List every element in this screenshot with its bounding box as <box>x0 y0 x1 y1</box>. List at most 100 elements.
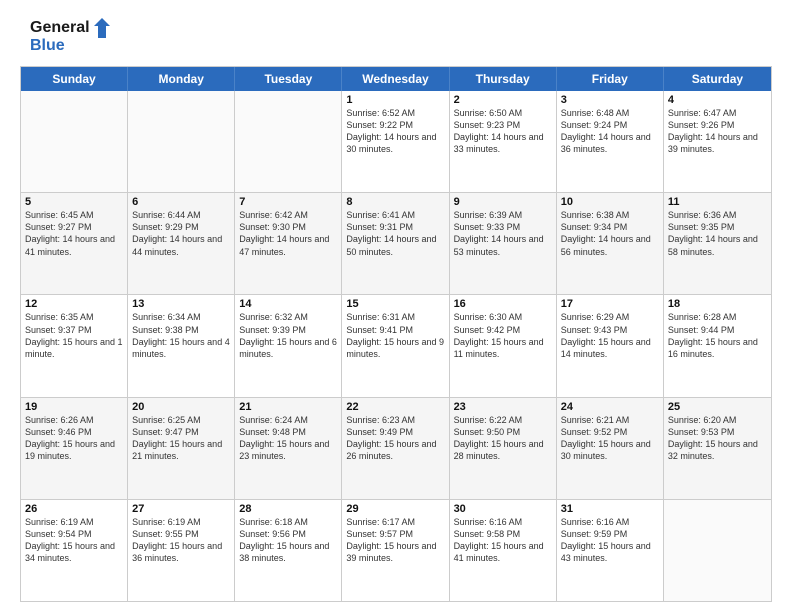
calendar-cell: 10Sunrise: 6:38 AMSunset: 9:34 PMDayligh… <box>557 193 664 294</box>
header-day-saturday: Saturday <box>664 67 771 91</box>
calendar-cell: 1Sunrise: 6:52 AMSunset: 9:22 PMDaylight… <box>342 91 449 192</box>
cell-info: Sunrise: 6:47 AMSunset: 9:26 PMDaylight:… <box>668 107 767 156</box>
calendar-cell <box>128 91 235 192</box>
header-day-tuesday: Tuesday <box>235 67 342 91</box>
cell-info: Sunrise: 6:21 AMSunset: 9:52 PMDaylight:… <box>561 414 659 463</box>
day-number: 21 <box>239 401 337 413</box>
day-number: 11 <box>668 196 767 208</box>
cell-info: Sunrise: 6:31 AMSunset: 9:41 PMDaylight:… <box>346 311 444 360</box>
cell-info: Sunrise: 6:19 AMSunset: 9:55 PMDaylight:… <box>132 516 230 565</box>
calendar-week-3: 12Sunrise: 6:35 AMSunset: 9:37 PMDayligh… <box>21 294 771 396</box>
cell-info: Sunrise: 6:18 AMSunset: 9:56 PMDaylight:… <box>239 516 337 565</box>
cell-info: Sunrise: 6:48 AMSunset: 9:24 PMDaylight:… <box>561 107 659 156</box>
calendar-cell: 16Sunrise: 6:30 AMSunset: 9:42 PMDayligh… <box>450 295 557 396</box>
header-day-sunday: Sunday <box>21 67 128 91</box>
day-number: 22 <box>346 401 444 413</box>
cell-info: Sunrise: 6:25 AMSunset: 9:47 PMDaylight:… <box>132 414 230 463</box>
day-number: 6 <box>132 196 230 208</box>
cell-info: Sunrise: 6:17 AMSunset: 9:57 PMDaylight:… <box>346 516 444 565</box>
calendar-cell: 4Sunrise: 6:47 AMSunset: 9:26 PMDaylight… <box>664 91 771 192</box>
day-number: 1 <box>346 94 444 106</box>
cell-info: Sunrise: 6:50 AMSunset: 9:23 PMDaylight:… <box>454 107 552 156</box>
calendar-cell: 17Sunrise: 6:29 AMSunset: 9:43 PMDayligh… <box>557 295 664 396</box>
calendar-cell <box>664 500 771 601</box>
day-number: 20 <box>132 401 230 413</box>
header: General Blue <box>20 16 772 56</box>
calendar-cell: 24Sunrise: 6:21 AMSunset: 9:52 PMDayligh… <box>557 398 664 499</box>
calendar-cell: 2Sunrise: 6:50 AMSunset: 9:23 PMDaylight… <box>450 91 557 192</box>
cell-info: Sunrise: 6:19 AMSunset: 9:54 PMDaylight:… <box>25 516 123 565</box>
day-number: 28 <box>239 503 337 515</box>
cell-info: Sunrise: 6:28 AMSunset: 9:44 PMDaylight:… <box>668 311 767 360</box>
day-number: 14 <box>239 298 337 310</box>
header-day-wednesday: Wednesday <box>342 67 449 91</box>
logo: General Blue <box>20 16 120 56</box>
cell-info: Sunrise: 6:39 AMSunset: 9:33 PMDaylight:… <box>454 209 552 258</box>
calendar-cell: 13Sunrise: 6:34 AMSunset: 9:38 PMDayligh… <box>128 295 235 396</box>
page: General Blue SundayMondayTuesdayWednesda… <box>0 0 792 612</box>
day-number: 27 <box>132 503 230 515</box>
header-day-monday: Monday <box>128 67 235 91</box>
calendar-cell <box>21 91 128 192</box>
day-number: 18 <box>668 298 767 310</box>
calendar-cell: 18Sunrise: 6:28 AMSunset: 9:44 PMDayligh… <box>664 295 771 396</box>
day-number: 2 <box>454 94 552 106</box>
day-number: 3 <box>561 94 659 106</box>
day-number: 8 <box>346 196 444 208</box>
header-day-friday: Friday <box>557 67 664 91</box>
cell-info: Sunrise: 6:20 AMSunset: 9:53 PMDaylight:… <box>668 414 767 463</box>
cell-info: Sunrise: 6:22 AMSunset: 9:50 PMDaylight:… <box>454 414 552 463</box>
calendar-cell: 23Sunrise: 6:22 AMSunset: 9:50 PMDayligh… <box>450 398 557 499</box>
calendar-cell: 15Sunrise: 6:31 AMSunset: 9:41 PMDayligh… <box>342 295 449 396</box>
day-number: 13 <box>132 298 230 310</box>
calendar-cell: 30Sunrise: 6:16 AMSunset: 9:58 PMDayligh… <box>450 500 557 601</box>
calendar-cell: 28Sunrise: 6:18 AMSunset: 9:56 PMDayligh… <box>235 500 342 601</box>
calendar-cell: 5Sunrise: 6:45 AMSunset: 9:27 PMDaylight… <box>21 193 128 294</box>
day-number: 12 <box>25 298 123 310</box>
cell-info: Sunrise: 6:16 AMSunset: 9:58 PMDaylight:… <box>454 516 552 565</box>
day-number: 29 <box>346 503 444 515</box>
calendar-cell: 6Sunrise: 6:44 AMSunset: 9:29 PMDaylight… <box>128 193 235 294</box>
day-number: 10 <box>561 196 659 208</box>
day-number: 25 <box>668 401 767 413</box>
day-number: 26 <box>25 503 123 515</box>
cell-info: Sunrise: 6:45 AMSunset: 9:27 PMDaylight:… <box>25 209 123 258</box>
cell-info: Sunrise: 6:23 AMSunset: 9:49 PMDaylight:… <box>346 414 444 463</box>
calendar-week-2: 5Sunrise: 6:45 AMSunset: 9:27 PMDaylight… <box>21 192 771 294</box>
day-number: 31 <box>561 503 659 515</box>
day-number: 17 <box>561 298 659 310</box>
calendar-week-4: 19Sunrise: 6:26 AMSunset: 9:46 PMDayligh… <box>21 397 771 499</box>
calendar-week-1: 1Sunrise: 6:52 AMSunset: 9:22 PMDaylight… <box>21 91 771 192</box>
calendar-header-row: SundayMondayTuesdayWednesdayThursdayFrid… <box>21 67 771 91</box>
cell-info: Sunrise: 6:38 AMSunset: 9:34 PMDaylight:… <box>561 209 659 258</box>
cell-info: Sunrise: 6:35 AMSunset: 9:37 PMDaylight:… <box>25 311 123 360</box>
cell-info: Sunrise: 6:26 AMSunset: 9:46 PMDaylight:… <box>25 414 123 463</box>
logo-svg: General Blue <box>20 16 120 56</box>
calendar-cell: 31Sunrise: 6:16 AMSunset: 9:59 PMDayligh… <box>557 500 664 601</box>
cell-info: Sunrise: 6:34 AMSunset: 9:38 PMDaylight:… <box>132 311 230 360</box>
calendar: SundayMondayTuesdayWednesdayThursdayFrid… <box>20 66 772 602</box>
calendar-cell: 8Sunrise: 6:41 AMSunset: 9:31 PMDaylight… <box>342 193 449 294</box>
cell-info: Sunrise: 6:52 AMSunset: 9:22 PMDaylight:… <box>346 107 444 156</box>
svg-text:Blue: Blue <box>30 37 65 54</box>
cell-info: Sunrise: 6:30 AMSunset: 9:42 PMDaylight:… <box>454 311 552 360</box>
calendar-cell: 19Sunrise: 6:26 AMSunset: 9:46 PMDayligh… <box>21 398 128 499</box>
day-number: 16 <box>454 298 552 310</box>
calendar-cell: 12Sunrise: 6:35 AMSunset: 9:37 PMDayligh… <box>21 295 128 396</box>
calendar-cell: 14Sunrise: 6:32 AMSunset: 9:39 PMDayligh… <box>235 295 342 396</box>
calendar-cell: 9Sunrise: 6:39 AMSunset: 9:33 PMDaylight… <box>450 193 557 294</box>
cell-info: Sunrise: 6:24 AMSunset: 9:48 PMDaylight:… <box>239 414 337 463</box>
header-day-thursday: Thursday <box>450 67 557 91</box>
day-number: 5 <box>25 196 123 208</box>
calendar-cell: 25Sunrise: 6:20 AMSunset: 9:53 PMDayligh… <box>664 398 771 499</box>
cell-info: Sunrise: 6:32 AMSunset: 9:39 PMDaylight:… <box>239 311 337 360</box>
calendar-cell: 27Sunrise: 6:19 AMSunset: 9:55 PMDayligh… <box>128 500 235 601</box>
calendar-cell <box>235 91 342 192</box>
cell-info: Sunrise: 6:16 AMSunset: 9:59 PMDaylight:… <box>561 516 659 565</box>
day-number: 7 <box>239 196 337 208</box>
day-number: 9 <box>454 196 552 208</box>
cell-info: Sunrise: 6:42 AMSunset: 9:30 PMDaylight:… <box>239 209 337 258</box>
calendar-cell: 7Sunrise: 6:42 AMSunset: 9:30 PMDaylight… <box>235 193 342 294</box>
cell-info: Sunrise: 6:29 AMSunset: 9:43 PMDaylight:… <box>561 311 659 360</box>
day-number: 4 <box>668 94 767 106</box>
